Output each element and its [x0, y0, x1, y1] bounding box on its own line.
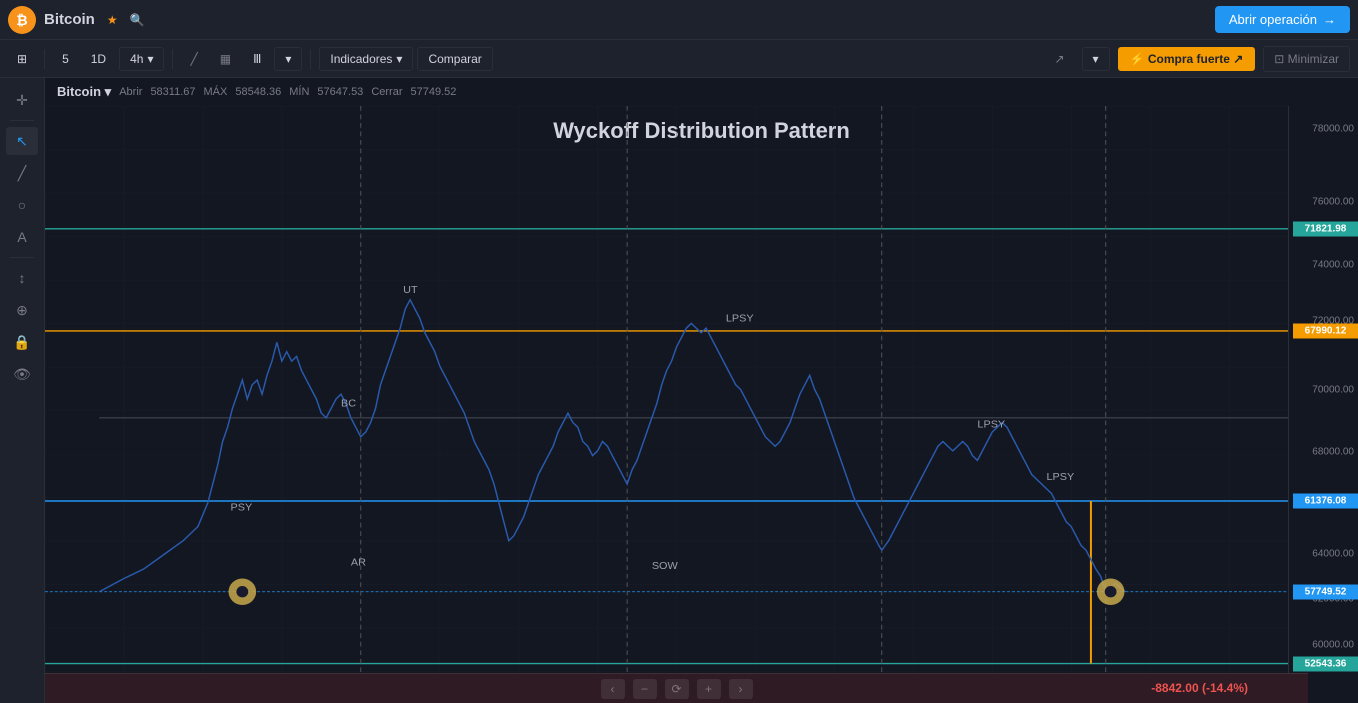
main-area: ✛ ↖ ╱ ○ A ↕ ⊕ 🔒 👁 Bitcoin ▾ Abrir 58311.… — [0, 78, 1358, 703]
symbol-name[interactable]: Bitcoin — [44, 11, 95, 28]
hide-tool[interactable]: 👁 — [6, 360, 38, 388]
info-cerrar-value: 57749.52 — [410, 86, 456, 98]
zoom-tool[interactable]: ⊕ — [6, 296, 38, 324]
info-min-value: 57647.53 — [317, 86, 363, 98]
tf-5-button[interactable]: 5 — [53, 47, 78, 71]
search-icon[interactable]: 🔍 — [130, 13, 145, 27]
toolbar: ⊞ 5 1D 4h ▾ ╱ ▦ Ⅲ ▾ Indicadores ▾ Compar… — [0, 40, 1358, 78]
candle-tool-button[interactable]: Ⅲ — [244, 47, 270, 71]
svg-text:UT: UT — [403, 284, 418, 296]
measure-tool[interactable]: ↕ — [6, 264, 38, 292]
layout-button[interactable]: ⊞ — [8, 47, 36, 71]
info-max-value: 58548.36 — [235, 86, 281, 98]
price-68000: 68000.00 — [1312, 446, 1354, 457]
price-78000: 78000.00 — [1312, 123, 1354, 134]
btc-logo: ₿ — [8, 6, 36, 34]
crosshair-tool[interactable]: ✛ — [6, 86, 38, 114]
trend-line-tool[interactable]: ╱ — [6, 159, 38, 187]
cursor-tool[interactable]: ↖ — [6, 127, 38, 155]
compare-button[interactable]: Comparar — [417, 47, 492, 71]
chart-canvas[interactable]: A B C D E PSY BC UT AR LPSY SOW LPSY LPS… — [45, 106, 1308, 673]
chart-symbol[interactable]: Bitcoin ▾ — [57, 84, 111, 100]
tf-4h-dropdown[interactable]: 4h ▾ — [119, 47, 164, 71]
lt-sep2 — [10, 257, 34, 258]
svg-text:SOW: SOW — [652, 560, 678, 572]
minimizar-button[interactable]: ⊡ Minimizar — [1263, 46, 1350, 72]
strategy-icon[interactable]: ↗ — [1045, 47, 1073, 71]
info-open-value: 58311.67 — [150, 86, 195, 98]
right-controls: ↗ ▾ ⚡ Compra fuerte ↗ ⊡ Minimizar — [1045, 46, 1350, 72]
separator2 — [172, 49, 173, 69]
compra-fuerte-button[interactable]: ⚡ Compra fuerte ↗ — [1118, 47, 1256, 71]
price-axis: 78000.00 76000.00 74000.00 72000.00 7000… — [1288, 106, 1358, 673]
separator — [44, 49, 45, 69]
top-bar: ₿ Bitcoin ★ 🔍 Abrir operación — [0, 0, 1358, 40]
info-open-label: Abrir — [119, 86, 142, 98]
price-70000: 70000.00 — [1312, 384, 1354, 395]
price-tag-current: 57749.52 — [1293, 584, 1358, 599]
strategy-dropdown[interactable]: ▾ — [1082, 47, 1110, 71]
price-60000: 60000.00 — [1312, 639, 1354, 650]
price-tag-71821: 71821.98 — [1293, 222, 1358, 237]
area-tool-button[interactable]: ▦ — [211, 47, 240, 71]
info-min-label: MÍN — [289, 86, 309, 98]
lock-tool[interactable]: 🔒 — [6, 328, 38, 356]
price-tag-52543: 52543.36 — [1293, 657, 1358, 672]
chart-svg: A B C D E PSY BC UT AR LPSY SOW LPSY LPS… — [45, 106, 1308, 673]
svg-text:AR: AR — [351, 556, 366, 568]
separator3 — [310, 49, 311, 69]
info-max-label: MÁX — [204, 86, 228, 98]
chart-type-dropdown[interactable]: ▾ — [274, 47, 302, 71]
info-cerrar-label: Cerrar — [371, 86, 402, 98]
line-tool-button[interactable]: ╱ — [181, 47, 206, 71]
price-74000: 74000.00 — [1312, 259, 1354, 270]
info-bar: Bitcoin ▾ Abrir 58311.67 MÁX 58548.36 MÍ… — [45, 78, 1358, 106]
svg-text:LPSY: LPSY — [726, 313, 754, 325]
favorite-icon[interactable]: ★ — [107, 13, 118, 27]
price-76000: 76000.00 — [1312, 197, 1354, 208]
price-tag-67990: 67990.12 — [1293, 324, 1358, 339]
svg-text:BC: BC — [341, 398, 356, 410]
indicators-dropdown[interactable]: Indicadores ▾ — [319, 47, 413, 71]
price-tag-61376: 61376.08 — [1293, 494, 1358, 509]
chart-area: Bitcoin ▾ Abrir 58311.67 MÁX 58548.36 MÍ… — [45, 78, 1358, 703]
trade-info-bar: -8842.00 (-14.4%) — [45, 673, 1308, 703]
svg-text:LPSY: LPSY — [1047, 471, 1075, 483]
lt-sep1 — [10, 120, 34, 121]
trade-pnl: -8842.00 (-14.4%) — [1151, 681, 1248, 695]
shapes-tool[interactable]: ○ — [6, 191, 38, 219]
price-64000: 64000.00 — [1312, 548, 1354, 559]
open-trade-button[interactable]: Abrir operación — [1215, 6, 1350, 33]
text-tool[interactable]: A — [6, 223, 38, 251]
left-toolbar: ✛ ↖ ╱ ○ A ↕ ⊕ 🔒 👁 — [0, 78, 45, 703]
tf-1d-button[interactable]: 1D — [82, 47, 115, 71]
svg-text:PSY: PSY — [231, 502, 253, 514]
svg-text:LPSY: LPSY — [977, 418, 1005, 430]
